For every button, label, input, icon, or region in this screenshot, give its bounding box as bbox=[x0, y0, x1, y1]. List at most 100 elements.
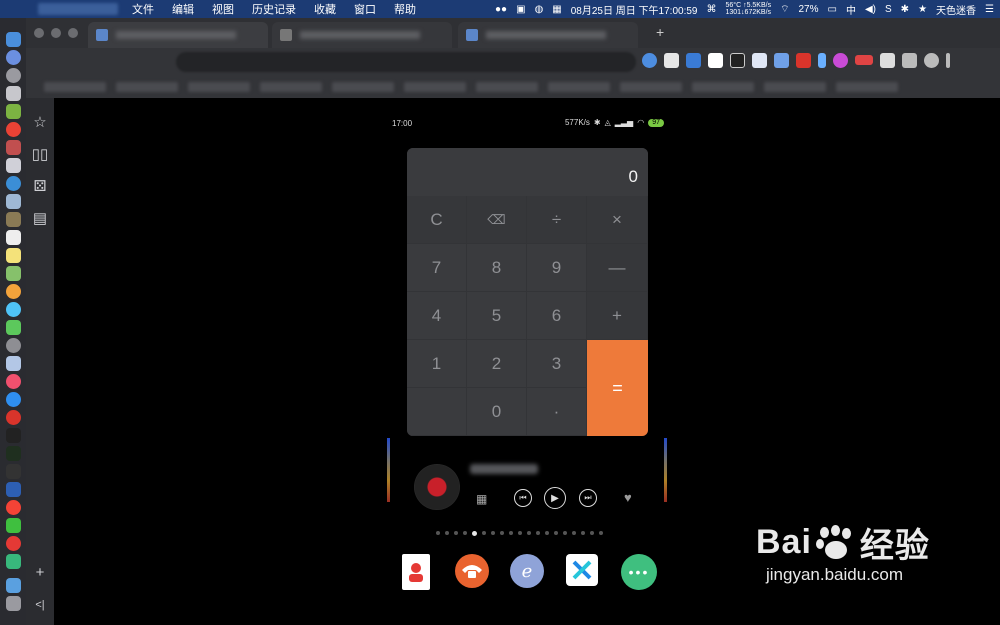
digit-1-button[interactable]: 1 bbox=[407, 340, 467, 388]
page-dot[interactable] bbox=[536, 531, 540, 535]
menu-window[interactable]: 窗口 bbox=[354, 1, 376, 17]
browser-icon[interactable]: e bbox=[510, 554, 544, 588]
backspace-button[interactable]: ⌫ bbox=[467, 196, 527, 244]
close-window-icon[interactable] bbox=[34, 28, 44, 38]
play-button[interactable]: ▶ bbox=[544, 487, 566, 509]
digit-5-button[interactable]: 5 bbox=[467, 292, 527, 340]
digit-6-button[interactable]: 6 bbox=[527, 292, 587, 340]
menu-file[interactable]: 文件 bbox=[132, 1, 154, 17]
ext-8-icon[interactable] bbox=[796, 53, 811, 68]
tab-1[interactable] bbox=[88, 22, 268, 48]
notes-icon[interactable] bbox=[6, 248, 21, 263]
network-monitor[interactable]: 56°C ↑5.5KB/s 1301↓672KB/s bbox=[725, 2, 771, 16]
digit-0-button[interactable]: 0 bbox=[467, 388, 527, 436]
page-dot[interactable] bbox=[599, 531, 603, 535]
page-dot[interactable] bbox=[491, 531, 495, 535]
digit-2-button[interactable]: 2 bbox=[467, 340, 527, 388]
vivaldi-icon[interactable] bbox=[6, 410, 21, 425]
settings-icon[interactable] bbox=[6, 338, 21, 353]
activity-icon[interactable]: ●● bbox=[495, 4, 507, 15]
sogou-icon[interactable]: S bbox=[885, 4, 892, 15]
preview-icon[interactable] bbox=[6, 194, 21, 209]
messages-icon[interactable]: ••• bbox=[621, 554, 657, 590]
messages-dock-icon[interactable] bbox=[6, 302, 21, 317]
page-dot[interactable] bbox=[563, 531, 567, 535]
page-dot[interactable] bbox=[436, 531, 440, 535]
ext-2-icon[interactable] bbox=[664, 53, 679, 68]
page-dot[interactable] bbox=[454, 531, 458, 535]
android-icon[interactable] bbox=[6, 104, 21, 119]
menu-edit[interactable]: 编辑 bbox=[172, 1, 194, 17]
phone-icon[interactable] bbox=[455, 554, 489, 588]
bookmark-4[interactable] bbox=[260, 82, 322, 92]
grid-icon[interactable]: ▦ bbox=[476, 492, 487, 506]
battery-icon[interactable]: ▭ bbox=[828, 4, 837, 15]
minimize-window-icon[interactable] bbox=[51, 28, 61, 38]
scissors-icon[interactable] bbox=[902, 53, 917, 68]
app-icon-7[interactable] bbox=[6, 140, 21, 155]
music-icon[interactable] bbox=[6, 374, 21, 389]
page-dot-active[interactable] bbox=[472, 530, 477, 536]
tab-3[interactable] bbox=[458, 22, 638, 48]
bookmark-7[interactable] bbox=[476, 82, 538, 92]
address-bar[interactable] bbox=[176, 52, 636, 72]
ext-5-icon[interactable] bbox=[730, 53, 745, 68]
photos-icon[interactable] bbox=[6, 284, 21, 299]
ext-11-icon[interactable] bbox=[855, 55, 873, 65]
safari-icon[interactable] bbox=[6, 86, 21, 101]
bookmark-12[interactable] bbox=[836, 82, 898, 92]
ext-10-icon[interactable] bbox=[833, 53, 848, 68]
menu-dots-icon[interactable] bbox=[946, 53, 950, 68]
app-icon-19[interactable] bbox=[6, 356, 21, 371]
plus-button[interactable]: + bbox=[587, 292, 648, 340]
bookmark-9[interactable] bbox=[620, 82, 682, 92]
bookmark-10[interactable] bbox=[692, 82, 754, 92]
divide-button[interactable]: ÷ bbox=[527, 196, 587, 244]
undo-icon[interactable] bbox=[924, 53, 939, 68]
bluetooth-icon[interactable]: ✱ bbox=[901, 4, 909, 15]
contacts-icon[interactable] bbox=[402, 554, 430, 590]
user-name[interactable]: 天色迷香 bbox=[936, 2, 976, 17]
previous-track-button[interactable]: ⏮ bbox=[514, 489, 532, 507]
console-icon[interactable] bbox=[6, 464, 21, 479]
bookmark-3[interactable] bbox=[188, 82, 250, 92]
page-dot[interactable] bbox=[500, 531, 504, 535]
clock-date[interactable]: 08月25日 周日 下午17:00:59 bbox=[571, 2, 698, 17]
page-dot[interactable] bbox=[518, 531, 522, 535]
menu-history[interactable]: 历史记录 bbox=[252, 1, 296, 17]
add-panel-button[interactable]: + bbox=[31, 564, 49, 582]
input-method[interactable]: 中 bbox=[846, 2, 856, 17]
app-icon-8[interactable] bbox=[6, 158, 21, 173]
bookmark-2[interactable] bbox=[116, 82, 178, 92]
dice-icon[interactable]: ⚄ bbox=[31, 178, 49, 196]
page-dot[interactable] bbox=[581, 531, 585, 535]
bookmark-8[interactable] bbox=[548, 82, 610, 92]
digit-4-button[interactable]: 4 bbox=[407, 292, 467, 340]
digit-9-button[interactable]: 9 bbox=[527, 244, 587, 292]
bookmark-1[interactable] bbox=[44, 82, 106, 92]
vpn-icon[interactable] bbox=[6, 482, 21, 497]
notification-icon[interactable]: ▣ bbox=[516, 4, 525, 15]
vinyl-record-icon[interactable] bbox=[414, 464, 460, 510]
chrome-icon[interactable] bbox=[6, 122, 21, 137]
page-dot[interactable] bbox=[590, 531, 594, 535]
ext-4-icon[interactable] bbox=[708, 53, 723, 68]
page-dot[interactable] bbox=[463, 531, 467, 535]
page-dot[interactable] bbox=[527, 531, 531, 535]
terminal-icon[interactable] bbox=[6, 428, 21, 443]
page-dot[interactable] bbox=[445, 531, 449, 535]
minus-button[interactable]: — bbox=[587, 244, 648, 292]
launchpad-icon[interactable] bbox=[6, 68, 21, 83]
trash-icon[interactable] bbox=[6, 596, 21, 611]
volume-icon[interactable]: ◀) bbox=[865, 4, 876, 15]
digit-8-button[interactable]: 8 bbox=[467, 244, 527, 292]
collapse-panel-button[interactable]: <| bbox=[31, 596, 49, 614]
x-app-icon[interactable] bbox=[566, 554, 598, 586]
activity-monitor-icon[interactable] bbox=[6, 446, 21, 461]
finder-icon[interactable] bbox=[6, 32, 21, 47]
menu-help[interactable]: 帮助 bbox=[394, 1, 416, 17]
page-dot[interactable] bbox=[545, 531, 549, 535]
ext-3-icon[interactable] bbox=[686, 53, 701, 68]
document-icon[interactable]: ▤ bbox=[31, 210, 49, 228]
wifi-icon[interactable]: ⌔ bbox=[780, 3, 789, 16]
